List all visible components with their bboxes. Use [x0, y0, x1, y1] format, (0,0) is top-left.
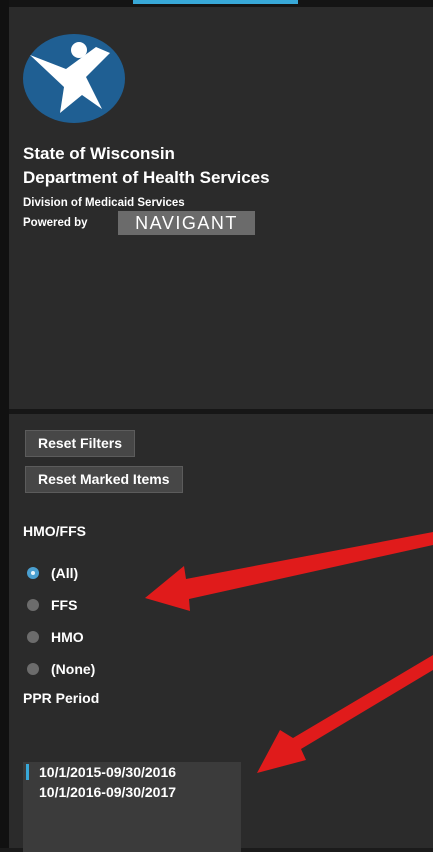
- department-name: Department of Health Services: [23, 168, 270, 187]
- radio-option-label: HMO: [51, 629, 84, 645]
- reset-filters-button[interactable]: Reset Filters: [25, 430, 136, 457]
- radio-option-label: (None): [51, 661, 96, 677]
- reset-marked-items-button[interactable]: Reset Marked Items: [25, 466, 183, 493]
- ppr-period-title: PPR Period: [23, 690, 100, 706]
- state-name: State of Wisconsin: [23, 144, 175, 163]
- radio-option-none[interactable]: (None): [27, 659, 95, 679]
- radio-checked-icon[interactable]: [27, 567, 39, 579]
- hmo-ffs-title: HMO/FFS: [23, 523, 86, 539]
- radio-option-label: (All): [51, 565, 79, 581]
- division-name: Division of Medicaid Services: [23, 197, 185, 209]
- radio-option-ffs[interactable]: FFS: [27, 595, 77, 615]
- left-edge: [0, 0, 9, 848]
- list-item[interactable]: 10/1/2015-09/30/2016: [23, 762, 241, 782]
- list-item[interactable]: 10/1/2016-09/30/2017: [23, 782, 241, 802]
- navigant-logo: NAVIGANT: [118, 211, 255, 235]
- ppr-period-listbox[interactable]: 10/1/2015-09/30/2016 10/1/2016-09/30/201…: [23, 762, 241, 852]
- radio-unchecked-icon[interactable]: [27, 631, 39, 643]
- radio-unchecked-icon[interactable]: [27, 599, 39, 611]
- branding-panel: State of Wisconsin Department of Health …: [9, 7, 433, 409]
- powered-by-label: Powered by: [23, 217, 88, 229]
- radio-option-hmo[interactable]: HMO: [27, 627, 84, 647]
- active-tab-indicator[interactable]: [133, 0, 298, 4]
- radio-unchecked-icon[interactable]: [27, 663, 39, 675]
- radio-option-all[interactable]: (All): [27, 563, 78, 583]
- filter-panel: Reset Filters Reset Marked Items HMO/FFS…: [9, 414, 433, 852]
- radio-option-label: FFS: [51, 597, 78, 613]
- wisconsin-dhs-logo-icon: [23, 34, 125, 123]
